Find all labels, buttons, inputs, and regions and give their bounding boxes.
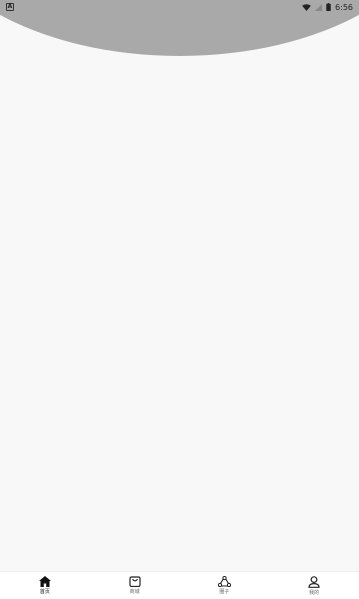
tab-profile-label: 我的	[309, 589, 320, 596]
tab-home[interactable]: 首页	[0, 572, 90, 599]
person-icon	[308, 575, 320, 588]
clock-time: 6:56	[335, 2, 353, 12]
shop-bag-icon	[129, 576, 141, 587]
app-screen: A 6:56 首页 商城 圈子 我的	[0, 0, 359, 599]
wifi-icon	[302, 3, 311, 11]
tab-profile[interactable]: 我的	[269, 572, 359, 599]
status-bar: A 6:56	[0, 0, 359, 14]
home-icon	[38, 576, 51, 587]
tab-shop[interactable]: 商城	[90, 572, 180, 599]
signal-icon	[315, 3, 323, 11]
tab-circle-label: 圈子	[219, 589, 230, 595]
status-right: 6:56	[302, 3, 353, 12]
status-left: A	[6, 3, 14, 11]
main-content-area	[0, 14, 359, 571]
bottom-tab-bar: 首页 商城 圈子 我的	[0, 571, 359, 599]
tab-circle[interactable]: 圈子	[180, 572, 270, 599]
circle-group-icon	[217, 576, 231, 587]
tab-home-label: 首页	[39, 589, 50, 595]
notification-a-icon: A	[6, 3, 14, 11]
battery-icon	[326, 3, 331, 11]
tab-shop-label: 商城	[129, 589, 140, 595]
